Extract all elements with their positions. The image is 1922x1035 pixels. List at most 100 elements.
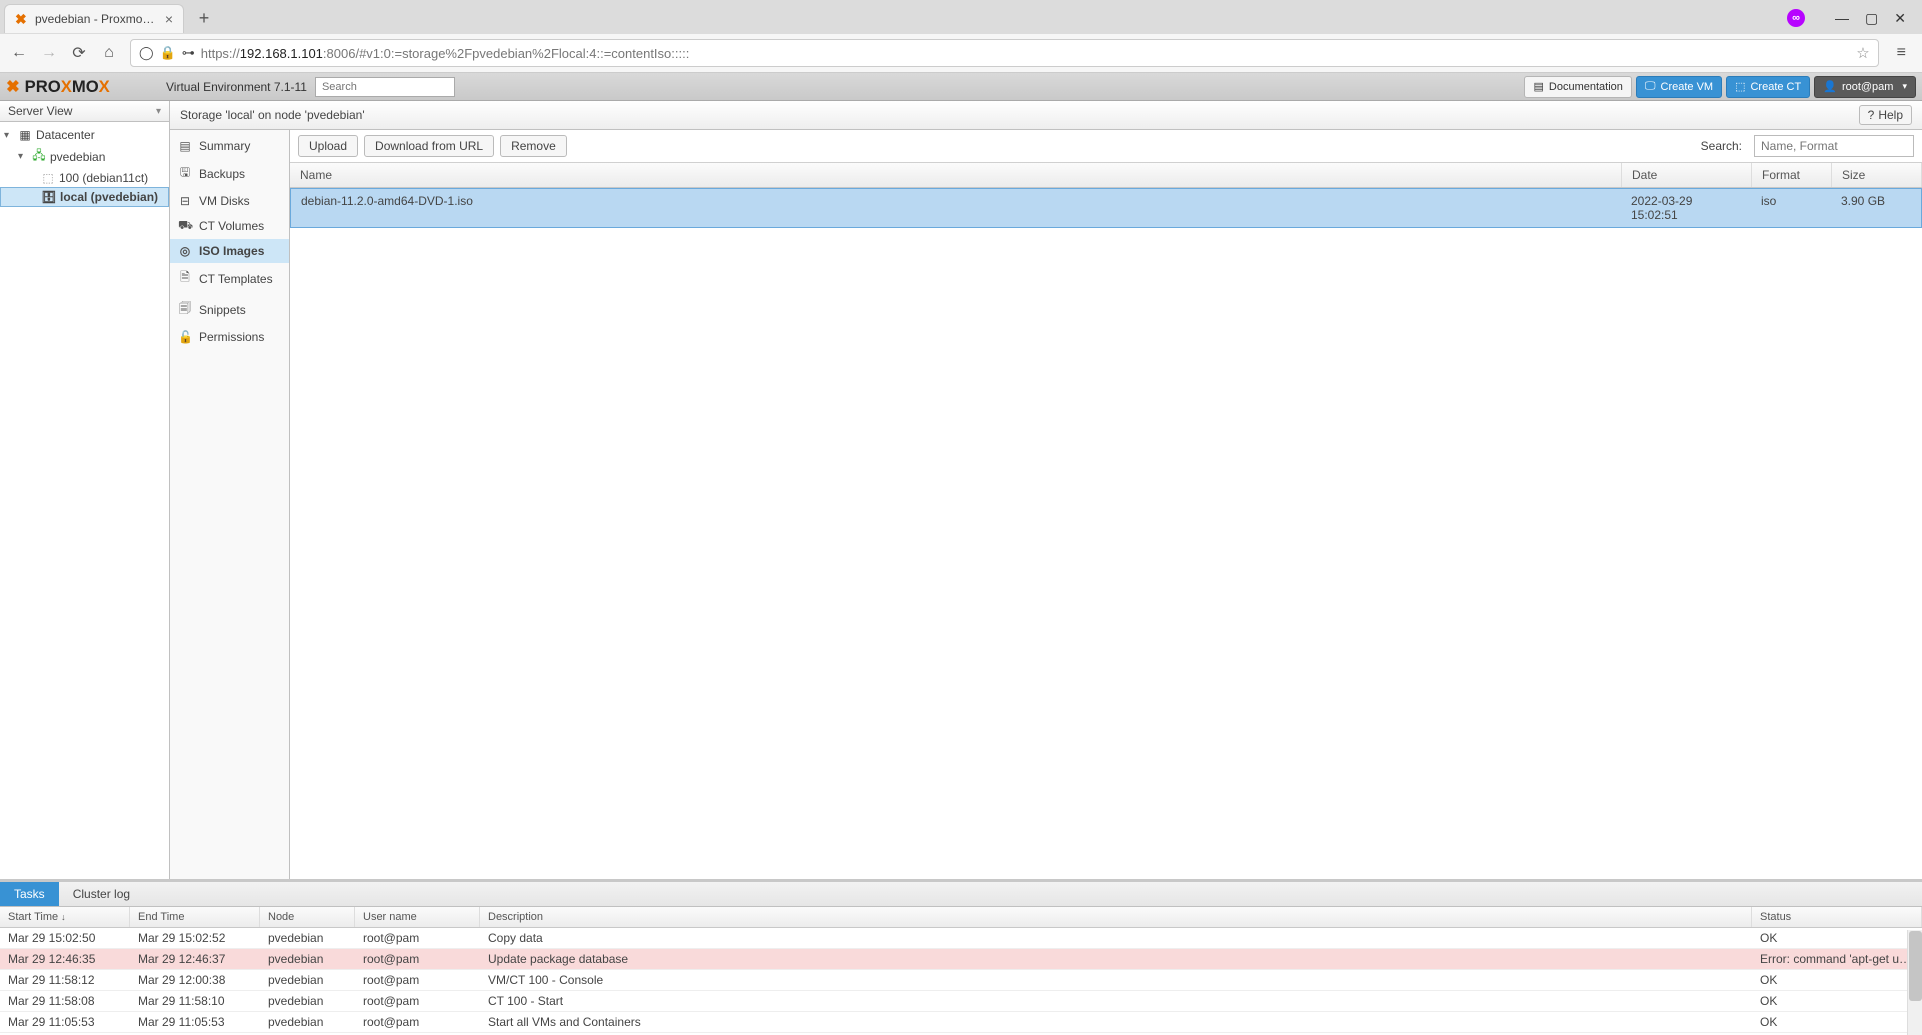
help-button[interactable]: ?Help bbox=[1859, 105, 1912, 125]
task-log-panel: Tasks Cluster log Start Time↓ End Time N… bbox=[0, 879, 1922, 1035]
server-icon: 🖧 bbox=[31, 146, 47, 167]
subnav-snippets[interactable]: 🗐Snippets bbox=[170, 294, 289, 325]
backup-icon: 🖫 bbox=[178, 163, 192, 184]
tree-node-pvedebian[interactable]: ▾ 🖧 pvedebian bbox=[0, 144, 169, 169]
maximize-icon[interactable]: ▢ bbox=[1865, 10, 1878, 27]
tree-datacenter[interactable]: ▾ ▦ Datacenter bbox=[0, 126, 169, 144]
forward-icon[interactable]: → bbox=[40, 44, 58, 62]
new-tab-button[interactable]: + bbox=[192, 8, 216, 29]
subnav-vmdisks[interactable]: ⊟VM Disks bbox=[170, 189, 289, 213]
browser-tab[interactable]: ✖ pvedebian - Proxmox Virt × bbox=[4, 4, 184, 33]
user-icon: 👤 bbox=[1823, 80, 1837, 93]
nav-toolbar: ← → ⟳ ⌂ ◯ 🔒 ⊶ https://192.168.1.101:8006… bbox=[0, 34, 1922, 72]
table-row[interactable]: debian-11.2.0-amd64-DVD-1.iso2022-03-29 … bbox=[290, 188, 1922, 228]
content-toolbar: Upload Download from URL Remove Search: bbox=[290, 130, 1922, 163]
storage-subnav: ▤Summary 🖫Backups ⊟VM Disks ⛟CT Volumes … bbox=[170, 130, 290, 879]
create-ct-button[interactable]: ⬚Create CT bbox=[1726, 76, 1810, 98]
scrollbar-thumb[interactable] bbox=[1909, 931, 1922, 1001]
svg-text:✖ PROXMOX: ✖ PROXMOX bbox=[6, 77, 110, 96]
download-url-button[interactable]: Download from URL bbox=[364, 135, 494, 157]
server-view-header[interactable]: Server View ▾ bbox=[0, 101, 169, 122]
subnav-summary[interactable]: ▤Summary bbox=[170, 134, 289, 158]
help-icon: ? bbox=[1868, 108, 1875, 122]
subnav-backups[interactable]: 🖫Backups bbox=[170, 158, 289, 189]
datacenter-icon: ▦ bbox=[17, 128, 33, 142]
bookmark-icon[interactable]: ☆ bbox=[1856, 44, 1869, 62]
task-row[interactable]: Mar 29 11:05:53Mar 29 11:05:53pvedebianr… bbox=[0, 1012, 1922, 1033]
col-header-status[interactable]: Status bbox=[1752, 907, 1922, 927]
task-row[interactable]: Mar 29 12:46:35Mar 29 12:46:37pvedebianr… bbox=[0, 949, 1922, 970]
template-icon: 🗎 bbox=[178, 268, 192, 289]
tree-collapse-icon[interactable]: ▾ bbox=[18, 151, 28, 162]
search-label: Search: bbox=[1701, 139, 1742, 153]
col-header-end[interactable]: End Time bbox=[130, 907, 260, 927]
shield-icon: ◯ bbox=[139, 45, 154, 61]
tab-title: pvedebian - Proxmox Virt bbox=[35, 12, 159, 26]
book-icon: ▤ bbox=[1533, 80, 1543, 93]
tree-storage-local[interactable]: 🗄 local (pvedebian) bbox=[0, 187, 169, 207]
content-search-input[interactable] bbox=[1754, 135, 1914, 157]
reload-icon[interactable]: ⟳ bbox=[70, 44, 88, 62]
minimize-icon[interactable]: — bbox=[1835, 10, 1849, 26]
tab-tasks[interactable]: Tasks bbox=[0, 882, 59, 906]
close-icon[interactable]: × bbox=[165, 11, 173, 27]
col-header-desc[interactable]: Description bbox=[480, 907, 1752, 927]
col-header-date[interactable]: Date bbox=[1622, 163, 1752, 187]
upload-button[interactable]: Upload bbox=[298, 135, 358, 157]
col-header-format[interactable]: Format bbox=[1752, 163, 1832, 187]
proxmox-logo: ✖ PROXMOX bbox=[6, 77, 156, 97]
lock-icon: 🔓 bbox=[178, 330, 192, 344]
tree-collapse-icon[interactable]: ▾ bbox=[4, 130, 14, 141]
scrollbar[interactable] bbox=[1907, 930, 1922, 1035]
monitor-icon: 🖵 bbox=[1645, 80, 1656, 93]
chevron-down-icon: ▾ bbox=[1902, 81, 1907, 92]
version-label: Virtual Environment 7.1-11 bbox=[166, 80, 307, 94]
key-icon: ⊶ bbox=[182, 45, 195, 61]
subnav-cttemplates[interactable]: 🗎CT Templates bbox=[170, 263, 289, 294]
extension-icon[interactable]: ∞ bbox=[1787, 9, 1805, 27]
summary-icon: ▤ bbox=[178, 139, 192, 153]
url-text: https://192.168.1.101:8006/#v1:0:=storag… bbox=[201, 46, 1850, 61]
window-controls: ∞ — ▢ ✕ bbox=[1787, 9, 1918, 27]
task-row[interactable]: Mar 29 11:58:12Mar 29 12:00:38pvedebianr… bbox=[0, 970, 1922, 991]
back-icon[interactable]: ← bbox=[10, 44, 28, 62]
global-search-input[interactable] bbox=[315, 77, 455, 97]
subnav-permissions[interactable]: 🔓Permissions bbox=[170, 325, 289, 349]
documentation-button[interactable]: ▤Documentation bbox=[1524, 76, 1631, 98]
lock-icon: 🔒 bbox=[160, 45, 176, 61]
iso-icon: ◎ bbox=[178, 244, 192, 258]
breadcrumb: Storage 'local' on node 'pvedebian' ?Hel… bbox=[170, 101, 1922, 130]
subnav-isoimages[interactable]: ◎ISO Images bbox=[170, 239, 289, 263]
col-header-user[interactable]: User name bbox=[355, 907, 480, 927]
subnav-ctvolumes[interactable]: ⛟CT Volumes bbox=[170, 213, 289, 239]
cube-icon: ⬚ bbox=[1735, 80, 1745, 93]
col-header-name[interactable]: Name bbox=[290, 163, 1622, 187]
chevron-down-icon: ▾ bbox=[156, 106, 161, 117]
url-bar[interactable]: ◯ 🔒 ⊶ https://192.168.1.101:8006/#v1:0:=… bbox=[130, 39, 1879, 67]
task-row[interactable]: Mar 29 11:58:08Mar 29 11:58:10pvedebianr… bbox=[0, 991, 1922, 1012]
window-close-icon[interactable]: ✕ bbox=[1894, 10, 1906, 27]
container-icon: ⬚ bbox=[40, 171, 56, 185]
task-row[interactable]: Mar 29 15:02:50Mar 29 15:02:52pvedebianr… bbox=[0, 928, 1922, 949]
browser-chrome: ✖ pvedebian - Proxmox Virt × + ∞ — ▢ ✕ ←… bbox=[0, 0, 1922, 73]
menu-icon[interactable]: ≡ bbox=[1891, 44, 1912, 62]
proxmox-favicon-icon: ✖ bbox=[15, 12, 29, 26]
sort-desc-icon: ↓ bbox=[61, 912, 66, 922]
home-icon[interactable]: ⌂ bbox=[100, 44, 118, 62]
snippet-icon: 🗐 bbox=[178, 299, 192, 320]
col-header-size[interactable]: Size bbox=[1832, 163, 1922, 187]
iso-grid: Name Date Format Size debian-11.2.0-amd6… bbox=[290, 163, 1922, 879]
disk-icon: ⊟ bbox=[178, 194, 192, 208]
remove-button[interactable]: Remove bbox=[500, 135, 567, 157]
tab-cluster-log[interactable]: Cluster log bbox=[59, 882, 144, 906]
tree-ct-100[interactable]: ⬚ 100 (debian11ct) bbox=[0, 169, 169, 187]
app-header: ✖ PROXMOX Virtual Environment 7.1-11 ▤Do… bbox=[0, 73, 1922, 101]
create-vm-button[interactable]: 🖵Create VM bbox=[1636, 76, 1722, 98]
user-menu-button[interactable]: 👤root@pam▾ bbox=[1814, 76, 1916, 98]
resource-tree-panel: Server View ▾ ▾ ▦ Datacenter ▾ 🖧 pvedebi… bbox=[0, 101, 170, 879]
col-header-node[interactable]: Node bbox=[260, 907, 355, 927]
volume-icon: ⛟ bbox=[178, 218, 192, 234]
col-header-start[interactable]: Start Time↓ bbox=[0, 907, 130, 927]
storage-icon: 🗄 bbox=[41, 190, 57, 204]
tab-strip: ✖ pvedebian - Proxmox Virt × + ∞ — ▢ ✕ bbox=[0, 0, 1922, 34]
